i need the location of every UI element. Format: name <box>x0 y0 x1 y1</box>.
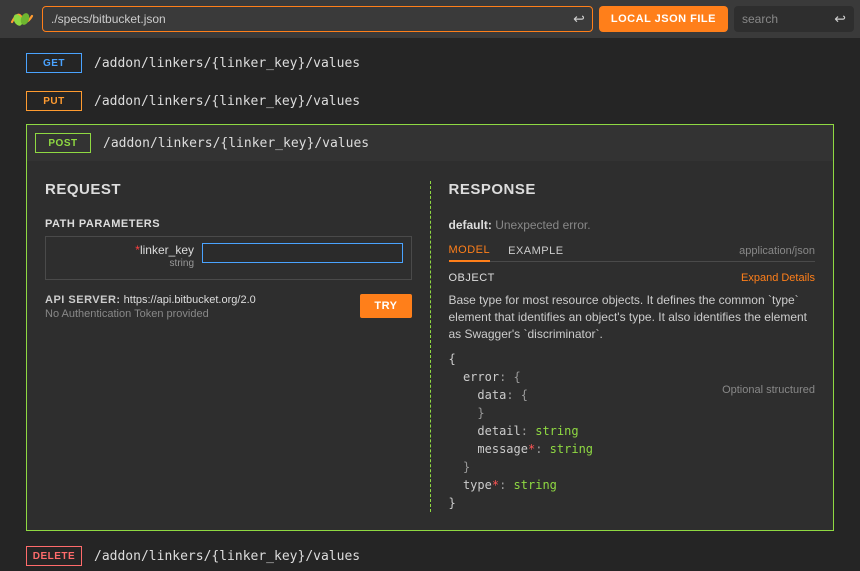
request-title: REQUEST <box>45 181 412 198</box>
response-pane: RESPONSE default: Unexpected error. MODE… <box>430 181 816 512</box>
tab-model[interactable]: MODEL <box>449 240 491 262</box>
api-server-value: https://api.bitbucket.org/2.0 <box>124 294 256 306</box>
endpoint-row-post[interactable]: POST /addon/linkers/{linker_key}/values <box>27 125 833 161</box>
param-row: *linker_key string <box>45 236 412 280</box>
response-title: RESPONSE <box>449 181 816 198</box>
optional-hint: Optional structured <box>722 382 815 399</box>
param-input-linker-key[interactable] <box>202 243 403 263</box>
request-pane: REQUEST PATH PARAMETERS *linker_key stri… <box>45 181 430 512</box>
api-server-label: API SERVER: <box>45 294 121 306</box>
endpoint-row-get[interactable]: GET /addon/linkers/{linker_key}/values <box>26 48 834 78</box>
endpoint-path: /addon/linkers/{linker_key}/values <box>103 136 369 151</box>
logo <box>6 4 36 34</box>
tab-example[interactable]: EXAMPLE <box>508 241 563 261</box>
auth-note: No Authentication Token provided <box>45 308 350 320</box>
response-default-label: default: <box>449 218 492 232</box>
endpoint-path: /addon/linkers/{linker_key}/values <box>94 549 360 564</box>
try-button[interactable]: TRY <box>360 294 411 318</box>
expand-details-link[interactable]: Expand Details <box>741 272 815 284</box>
endpoint-path: /addon/linkers/{linker_key}/values <box>94 56 360 71</box>
spec-path-input[interactable] <box>42 6 593 32</box>
response-default-text: Unexpected error. <box>495 218 590 232</box>
method-badge: GET <box>26 53 82 73</box>
content-type: application/json <box>739 245 815 257</box>
path-params-label: PATH PARAMETERS <box>45 218 412 230</box>
param-name: linker_key <box>140 243 194 257</box>
endpoint-path: /addon/linkers/{linker_key}/values <box>94 94 360 109</box>
object-label: OBJECT <box>449 272 495 284</box>
local-json-button[interactable]: LOCAL JSON FILE <box>599 6 728 32</box>
param-type: string <box>54 257 194 271</box>
search-input[interactable] <box>734 6 854 32</box>
method-badge: DELETE <box>26 546 82 566</box>
method-badge: PUT <box>26 91 82 111</box>
endpoint-row-delete[interactable]: DELETE /addon/linkers/{linker_key}/value… <box>26 541 834 571</box>
schema-block: Optional structured{ error: { data: { } … <box>449 350 816 512</box>
endpoint-row-put[interactable]: PUT /addon/linkers/{linker_key}/values <box>26 86 834 116</box>
method-badge: POST <box>35 133 91 153</box>
schema-description: Base type for most resource objects. It … <box>449 292 816 342</box>
endpoint-panel-post: POST /addon/linkers/{linker_key}/values … <box>26 124 834 531</box>
